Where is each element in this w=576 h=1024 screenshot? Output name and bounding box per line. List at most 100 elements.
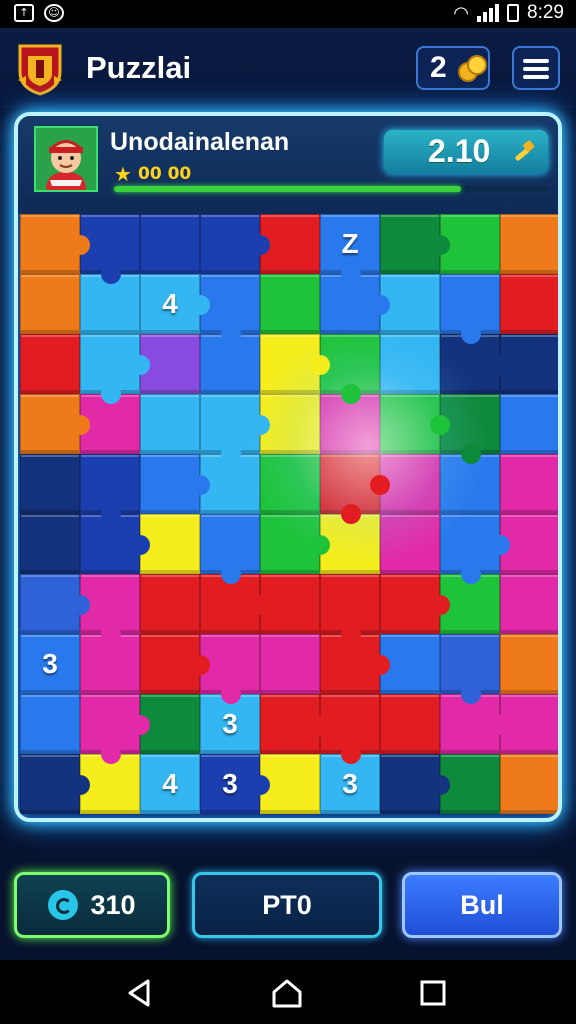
piece-tab [221,444,241,464]
status-time: 8:29 [527,2,564,23]
menu-button[interactable] [512,46,560,90]
puzzle-piece[interactable] [500,214,558,274]
battery-icon [507,4,520,22]
puzzle-piece[interactable] [20,754,90,814]
puzzle-piece[interactable] [20,514,80,574]
puzzle-piece[interactable] [500,754,558,814]
puzzle-piece[interactable] [200,514,260,584]
back-icon[interactable] [122,976,156,1010]
recents-icon[interactable] [416,976,450,1010]
wifi-icon: ◠ [453,2,470,23]
piece-tab [461,444,481,464]
puzzle-piece[interactable] [260,274,320,334]
app-title: Puzzlai [86,50,192,85]
piece-tab [310,355,330,375]
puzzle-piece[interactable] [140,454,210,514]
puzzle-piece[interactable] [20,454,80,514]
score-badge[interactable]: 2.10 [384,130,548,174]
puzzle-piece[interactable] [200,394,270,464]
puzzle-piece[interactable] [380,514,440,574]
puzzle-piece[interactable] [140,394,200,454]
puzzle-piece[interactable] [140,214,200,274]
app-header: Puzzlai 2 [0,28,576,108]
puzzle-piece[interactable] [260,694,330,754]
puzzle-board-frame: Unodainalenan ★ 00 00 2.10 Z 4 3 3 4 3 3 [14,112,562,822]
puzzle-piece[interactable] [380,214,450,274]
piece-tab [250,415,270,435]
puzzle-piece[interactable] [260,334,330,394]
puzzle-piece[interactable] [380,574,450,634]
piece-tab [130,535,150,555]
puzzle-piece[interactable] [20,274,80,334]
puzzle-grid[interactable]: Z 4 3 3 4 3 3 [20,214,558,814]
puzzle-piece[interactable] [440,514,510,584]
hint-icon [48,890,79,920]
player-name: Unodainalenan [110,128,290,156]
puzzle-piece[interactable] [200,214,270,274]
piece-tab [370,475,390,495]
puzzle-piece[interactable] [500,274,558,334]
right-button-label: Bul [460,889,504,920]
puzzle-piece[interactable] [500,454,558,514]
puzzle-piece[interactable] [500,574,558,634]
puzzle-piece[interactable] [140,634,210,694]
piece-tab [461,324,481,344]
puzzle-piece[interactable] [500,394,558,454]
player-avatar[interactable] [34,126,98,192]
menu-icon [523,59,549,63]
piece-tab [70,595,90,615]
puzzle-piece[interactable] [140,574,200,634]
piece-tab [490,715,510,735]
puzzle-piece[interactable] [260,514,330,574]
puzzle-piece[interactable] [20,694,80,754]
puzzle-piece[interactable] [80,454,140,524]
puzzle-piece[interactable]: 3 [200,754,270,814]
puzzle-piece[interactable]: 4 [140,274,210,334]
piece-tab [341,504,361,524]
star-icon: ★ [114,162,132,186]
piece-tab [70,235,90,255]
puzzle-piece[interactable] [260,634,320,694]
puzzle-piece[interactable] [80,334,150,404]
puzzle-piece[interactable] [320,454,390,524]
piece-tab [190,655,210,675]
level-progress-bar [114,186,548,192]
piece-number: 3 [42,648,58,679]
puzzle-piece[interactable] [380,694,440,754]
puzzle-piece[interactable] [380,334,440,394]
upload-icon: ↑ [14,4,34,22]
piece-tab [430,415,450,435]
puzzle-piece[interactable] [20,334,80,394]
piece-tab [341,744,361,764]
piece-tab [490,535,510,555]
puzzle-piece[interactable] [260,454,320,514]
hint-value: 310 [90,889,136,920]
puzzle-piece[interactable] [320,574,380,644]
puzzle-piece[interactable] [500,634,558,694]
puzzle-piece[interactable]: 4 [140,754,200,814]
puzzle-piece[interactable] [20,574,90,634]
puzzle-piece[interactable] [20,394,90,454]
puzzle-piece[interactable]: 3 [20,634,80,694]
piece-tab [310,535,330,555]
middle-button[interactable]: PT0 [192,872,382,938]
level-progress-fill [114,186,462,192]
system-nav-bar [0,960,576,1024]
signal-icon [477,4,500,22]
puzzle-piece[interactable]: Z [320,214,380,284]
home-icon[interactable] [270,976,304,1010]
piece-tab [461,564,481,584]
piece-tab [430,235,450,255]
score-value: 2.10 [428,133,491,169]
puzzle-piece[interactable] [80,694,150,764]
piece-tab [370,655,390,675]
puzzle-piece[interactable] [380,394,450,454]
puzzle-piece[interactable] [20,214,90,274]
hint-button[interactable]: 310 [14,872,170,938]
coin-count: 2 [430,51,447,84]
puzzle-piece[interactable] [440,274,500,344]
puzzle-piece[interactable] [440,634,500,704]
puzzle-piece[interactable] [380,754,450,814]
coin-counter[interactable]: 2 [416,46,490,90]
right-button[interactable]: Bul [402,872,562,938]
